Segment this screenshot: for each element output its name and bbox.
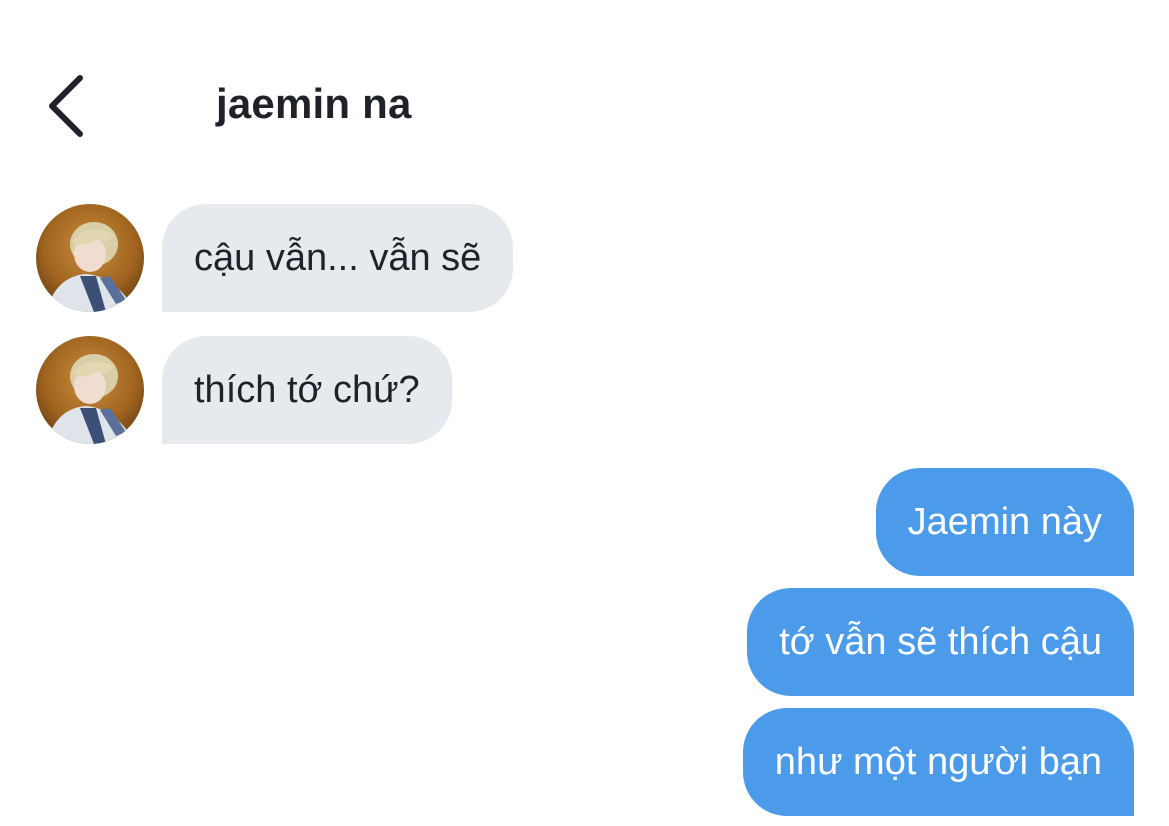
message-bubble-outgoing: tớ vẫn sẽ thích cậu (747, 588, 1134, 696)
message-bubble-outgoing: Jaemin này (875, 468, 1134, 576)
contact-name: jaemin na (216, 80, 412, 127)
message-bubble-outgoing: như một người bạn (742, 708, 1134, 816)
message-bubble-incoming: cậu vẫn... vẫn sẽ (162, 204, 514, 312)
avatar[interactable] (36, 336, 144, 444)
back-button[interactable] (40, 70, 96, 142)
message-bubble-incoming: thích tớ chứ? (162, 336, 452, 444)
message-row-incoming: thích tớ chứ? (36, 336, 496, 444)
chevron-left-icon (40, 70, 96, 142)
avatar[interactable] (36, 204, 144, 312)
chat-header: jaemin na (0, 0, 1169, 190)
message-row-incoming: cậu vẫn... vẫn sẽ (36, 204, 536, 312)
